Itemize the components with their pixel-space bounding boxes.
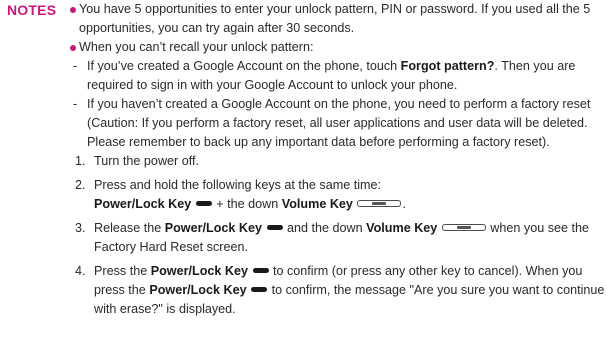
step-number: 1. [75, 154, 86, 168]
volume-key-label: Volume Key [366, 221, 438, 235]
dash-item-google-account: - If you’ve created a Google Account on … [73, 57, 605, 95]
step-text: Press and hold the following keys at the… [94, 178, 382, 192]
notes-heading: NOTES [7, 2, 57, 18]
power-lock-key-icon [252, 268, 269, 274]
volume-key-icon [357, 200, 402, 208]
note-bullet-attempts: You have 5 opportunities to enter your u… [69, 0, 605, 38]
note-bullet-recall: When you can’t recall your unlock patter… [69, 38, 605, 57]
notes-content: You have 5 opportunities to enter your u… [69, 0, 605, 319]
bullet-text: When you can’t recall your unlock patter… [79, 40, 314, 54]
dash-marker: - [73, 59, 78, 73]
step-text: Release the [94, 221, 165, 235]
power-lock-key-icon [195, 201, 212, 207]
step-2: 2. Press and hold the following keys at … [75, 176, 605, 195]
dash-text: If you haven’t created a Google Account … [87, 97, 591, 149]
step-3: 3. Release the Power/Lock Key and the do… [75, 219, 605, 257]
step-text: + the down [212, 197, 282, 211]
step-2-keys: Power/Lock Key + the down Volume Key . [75, 195, 605, 214]
bullet-icon [70, 7, 76, 13]
step-text: and the down [283, 221, 367, 235]
dash-text-pre: If you’ve created a Google Account on th… [87, 59, 401, 73]
power-lock-key-icon [266, 225, 283, 231]
step-1: 1. Turn the power off. [75, 152, 605, 171]
volume-key-icon [441, 224, 486, 232]
power-key-label: Power/Lock Key [94, 197, 192, 211]
bullet-text: You have 5 opportunities to enter your u… [79, 2, 591, 35]
step-text: Turn the power off. [94, 154, 200, 168]
step-text: Press the [94, 264, 151, 278]
step-text: . [402, 197, 406, 211]
volume-key-label: Volume Key [281, 197, 353, 211]
dash-item-factory-reset: - If you haven’t created a Google Accoun… [73, 95, 605, 152]
step-number: 4. [75, 264, 86, 278]
dash-marker: - [73, 97, 78, 111]
forgot-pattern-label: Forgot pattern? [400, 59, 495, 73]
bullet-icon [70, 45, 76, 51]
power-key-label: Power/Lock Key [150, 264, 248, 278]
step-number: 2. [75, 178, 86, 192]
power-key-label: Power/Lock Key [164, 221, 263, 235]
power-lock-key-icon [251, 287, 268, 293]
step-4: 4. Press the Power/Lock Key to confirm (… [75, 262, 605, 319]
power-key-label: Power/Lock Key [149, 283, 247, 297]
step-number: 3. [75, 221, 86, 235]
